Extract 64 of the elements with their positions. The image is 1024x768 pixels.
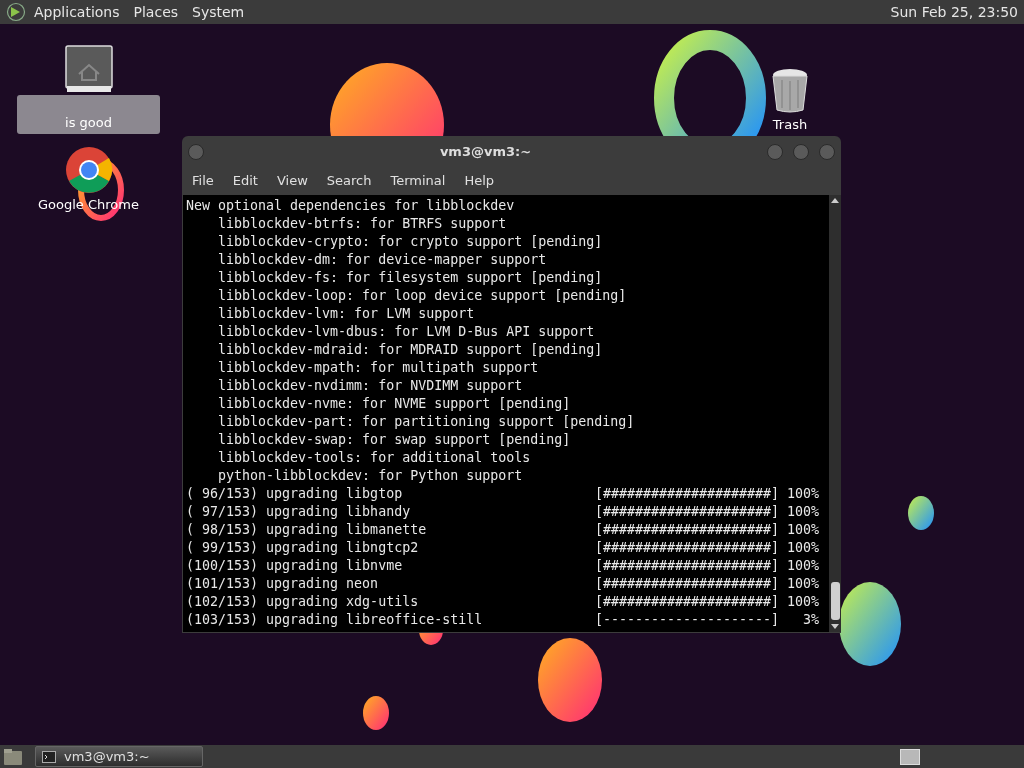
terminal-line: libblockdev-lvm: for LVM support [217,305,475,323]
panel-menu[interactable]: System [192,1,245,23]
terminal-line: libblockdev-tools: for additional tools [217,449,531,467]
show-desktop-icon[interactable] [3,747,23,766]
percent-text: 100% [786,485,820,503]
terminal-line: ( 97/153) upgrading libhandy [186,503,412,521]
terminal-line: (100/153) upgrading libnvme [186,557,404,575]
terminal-line: libblockdev-lvm-dbus: for LVM D-Bus API support [217,323,595,341]
terminal-line: libblockdev-btrfs: for BTRFS support [217,215,507,233]
terminal-line: libblockdev-nvdimm: for NVDIMM support [217,377,523,395]
taskbar-button[interactable]: vm3@vm3:~ [35,746,203,767]
progress-bar-text: [#####################] [595,557,780,575]
percent-text: 100% [786,503,820,521]
menu-item[interactable]: Terminal [390,171,446,191]
chrome-icon [64,146,113,194]
percent-text: 100% [786,557,820,575]
terminal-line: libblockdev-part: for partitioning support [pending] [217,413,635,431]
clock[interactable]: Sun Feb 25, 23:50 [890,1,1018,23]
progress-bar-text: [#####################] [595,539,780,557]
terminal-line: python-libblockdev: for Python support [217,467,523,485]
terminal-line: libblockdev-nvme: for NVME support [pending] [217,395,571,413]
progress-bar-text: [#####################] [595,503,780,521]
panel-menu[interactable]: Applications [34,1,120,23]
desktop-icon-label[interactable]: Trash [764,115,816,135]
terminal-icon [42,750,56,763]
menu-item[interactable]: Edit [232,171,258,191]
play-logo-icon[interactable] [6,2,26,22]
progress-bar-text: [#####################] [595,593,780,611]
terminal-line: ( 98/153) upgrading libmanette [186,521,428,539]
workspace-switcher[interactable] [900,748,920,765]
percent-text: 100% [786,521,820,539]
terminal-line: (101/153) upgrading neon [186,575,380,593]
window-title: vm3@vm3:~ [438,142,533,161]
home-folder-icon [64,44,113,94]
percent-text: 3% [802,611,820,629]
scrollbar[interactable] [829,195,841,632]
percent-text: 100% [786,575,820,593]
terminal-line: ( 99/153) upgrading libngtcp2 [186,539,420,557]
progress-bar-text: [#####################] [595,521,780,539]
progress-bar-text: [#####################] [595,575,780,593]
terminal-line: ( 96/153) upgrading libgtop [186,485,404,503]
terminal-line: (102/153) upgrading xdg-utils [186,593,420,611]
menu-item[interactable]: Help [464,171,495,191]
terminal-line: libblockdev-loop: for loop device support [pending] [217,287,627,305]
menu-item[interactable]: View [276,171,308,191]
scrollbar-thumb[interactable] [830,582,840,620]
scroll-up-icon[interactable] [831,198,839,203]
menu-item[interactable]: Search [326,171,372,191]
progress-bar-text: [---------------------] [595,611,780,629]
terminal-line: libblockdev-dm: for device-mapper support [217,251,547,269]
terminal-line: libblockdev-mdraid: for MDRAID support [pending] [217,341,603,359]
terminal-line: New optional dependencies for libblockdev [186,197,515,215]
progress-bar-text: [#####################] [595,485,780,503]
terminal-line: libblockdev-swap: for swap support [pending] [217,431,571,449]
terminal-line: libblockdev-crypto: for crypto support [pending] [217,233,603,251]
percent-text: 100% [786,539,820,557]
terminal-line: (103/153) upgrading libreoffice-still [186,611,484,629]
percent-text: 100% [786,593,820,611]
scroll-down-icon[interactable] [831,624,839,629]
terminal-line: libblockdev-fs: for filesystem support [pending] [217,269,603,287]
trash-icon [770,66,810,114]
panel-menu[interactable]: Places [133,1,179,23]
menu-item[interactable]: File [192,171,214,191]
terminal-line: libblockdev-mpath: for multipath support [217,359,539,377]
